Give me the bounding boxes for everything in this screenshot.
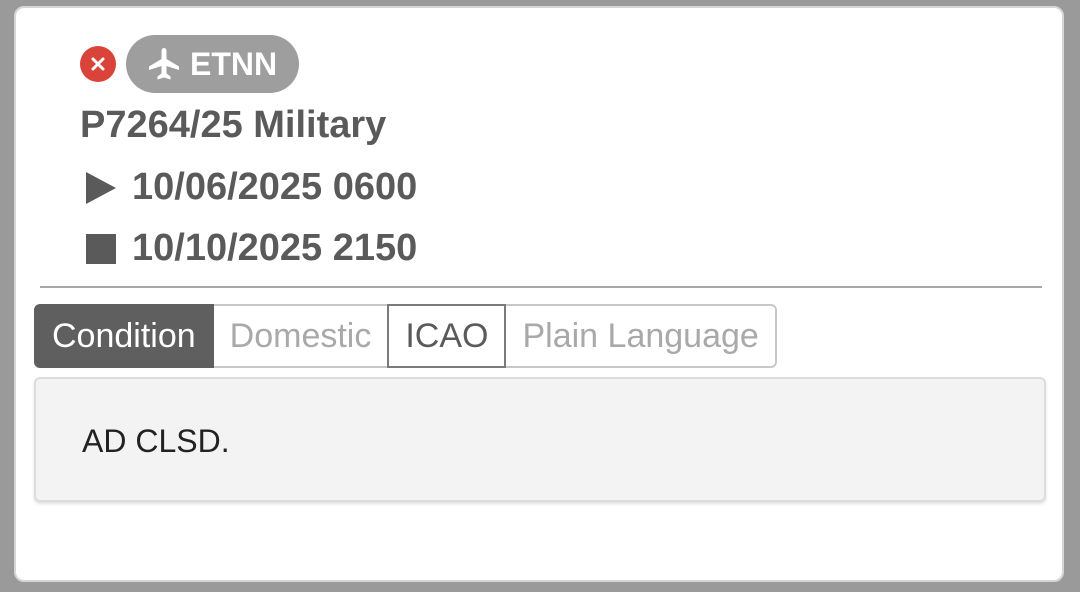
tab-condition[interactable]: Condition	[34, 304, 214, 368]
tab-icao[interactable]: ICAO	[387, 304, 507, 368]
start-date-row: 10/06/2025 0600	[84, 166, 417, 209]
tab-bar: Condition Domestic ICAO Plain Language	[34, 304, 777, 368]
content-panel: AD CLSD.	[34, 377, 1046, 502]
end-date-row: 10/10/2025 2150	[84, 227, 417, 270]
close-icon[interactable]	[80, 46, 116, 82]
stop-icon	[84, 229, 124, 269]
airport-badge[interactable]: ETNN	[126, 35, 300, 93]
play-icon	[84, 168, 124, 208]
divider	[40, 286, 1042, 288]
start-date: 10/06/2025 0600	[132, 166, 418, 208]
airport-code: ETNN	[190, 45, 278, 82]
notam-condition-text: AD CLSD.	[82, 423, 230, 459]
tab-domestic[interactable]: Domestic	[211, 304, 390, 368]
notam-card: ETNN P7264/25 Military 10/06/2025 0600 1…	[14, 6, 1064, 582]
airplane-icon	[146, 46, 182, 82]
end-date: 10/10/2025 2150	[132, 227, 418, 269]
tab-plain-language[interactable]: Plain Language	[504, 304, 777, 368]
notam-title: P7264/25 Military	[80, 104, 387, 146]
notam-header: ETNN	[80, 35, 300, 93]
